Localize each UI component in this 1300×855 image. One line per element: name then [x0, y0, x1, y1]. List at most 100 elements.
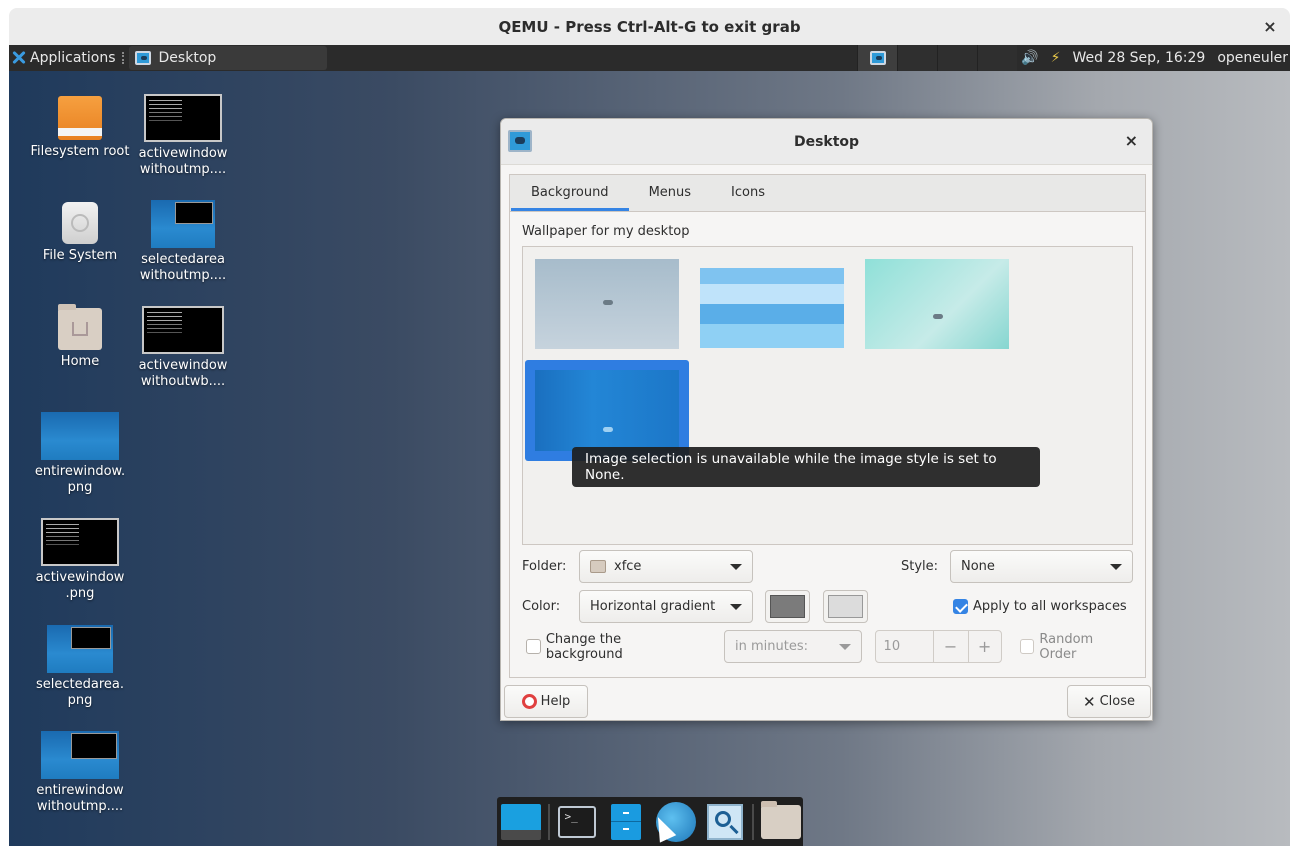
icon-label: entirewindow withoutmp....	[36, 783, 124, 814]
taskbar-label: Desktop	[158, 50, 217, 66]
icon-label: selectedarea. png	[36, 677, 124, 708]
clock[interactable]: Wed 28 Sep, 16:29	[1072, 50, 1205, 66]
apply-all-workspaces[interactable]: Apply to all workspaces	[953, 599, 1127, 614]
style-combo[interactable]: None	[950, 550, 1133, 583]
dock-terminal[interactable]: >_	[556, 800, 599, 844]
change-background-row: Change the background in minutes: 10 − +…	[522, 630, 1133, 663]
close-icon: ✕	[1083, 692, 1096, 711]
dialog-title: Desktop	[793, 133, 860, 150]
color-1-swatch	[770, 595, 805, 618]
search-icon	[706, 803, 743, 840]
applications-menu-button[interactable]: Applications	[9, 45, 120, 71]
hard-disk-icon	[62, 202, 98, 244]
tab-bar: Background Menus Icons	[510, 175, 1145, 212]
workspace-3[interactable]	[937, 45, 977, 71]
chevron-down-icon	[730, 603, 742, 610]
bottom-dock: >_	[497, 797, 803, 846]
show-desktop-icon	[500, 803, 541, 840]
apply-all-checkbox[interactable]	[953, 599, 968, 614]
terminal-icon: >_	[558, 805, 597, 838]
folder-icon	[761, 800, 802, 839]
interval-combo[interactable]: in minutes:	[724, 630, 862, 663]
desktop-icon-activewindow-withoutmp[interactable]: activewindow withoutmp....	[133, 94, 233, 178]
dock-app-finder[interactable]	[703, 800, 746, 844]
chevron-down-icon	[730, 563, 742, 570]
change-background-toggle[interactable]: Change the background	[526, 632, 700, 662]
dock-file-manager[interactable]	[605, 800, 648, 844]
color-row: Color: Horizontal gradient Apply to all …	[522, 590, 1133, 623]
globe-icon	[649, 801, 696, 843]
tab-background[interactable]: Background	[511, 175, 629, 211]
increment-icon[interactable]: +	[967, 631, 1001, 662]
workspace-1[interactable]	[857, 45, 897, 71]
desktop-settings-icon	[134, 51, 151, 65]
workspace-window-icon	[869, 51, 886, 65]
random-order-toggle[interactable]: Random Order	[1019, 632, 1133, 662]
desktop-icon-file-system[interactable]: File System	[30, 202, 130, 264]
interval-number[interactable]: 10	[876, 639, 933, 654]
wallpaper-thumb-1[interactable]	[535, 259, 679, 349]
desktop-icon-activewindow-png[interactable]: activewindow .png	[30, 518, 130, 602]
dialog-titlebar[interactable]: Desktop ×	[501, 119, 1152, 165]
close-icon[interactable]: ×	[1125, 131, 1138, 150]
wallpaper-thumb-4-selected[interactable]	[525, 360, 689, 461]
color-label: Color:	[522, 599, 561, 614]
wallpaper-grid: Image selection is unavailable while the…	[522, 246, 1133, 545]
change-background-checkbox[interactable]	[526, 639, 541, 654]
apply-all-label: Apply to all workspaces	[973, 599, 1127, 614]
wallpaper-thumb-3[interactable]	[865, 259, 1009, 349]
help-label: Help	[540, 694, 571, 709]
desktop-icon-filesystem-root[interactable]: Filesystem root	[30, 96, 130, 160]
taskbar-button-desktop[interactable]: Desktop	[128, 46, 327, 70]
settings-notebook: Background Menus Icons Wallpaper for my …	[509, 174, 1146, 678]
tab-menus[interactable]: Menus	[629, 175, 711, 211]
qemu-close-icon[interactable]: ×	[1260, 16, 1280, 36]
workspace-2[interactable]	[897, 45, 937, 71]
interval-value: in minutes:	[735, 639, 809, 654]
applications-label: Applications	[30, 50, 116, 66]
color-style-combo[interactable]: Horizontal gradient	[579, 590, 753, 623]
dock-separator	[752, 803, 754, 840]
color-2-button[interactable]	[823, 590, 868, 623]
workspace-switcher	[857, 45, 1017, 71]
volume-icon[interactable]: 🔊	[1021, 50, 1038, 66]
desktop-icon-selectedarea-png[interactable]: selectedarea. png	[30, 625, 130, 709]
image-thumbnail	[151, 200, 215, 248]
file-cabinet-icon	[611, 803, 642, 840]
dock-home-folder[interactable]	[760, 800, 803, 844]
desktop-icon-entirewindow-withoutmp[interactable]: entirewindow withoutmp....	[30, 731, 130, 815]
workspace-4[interactable]	[977, 45, 1017, 71]
dock-show-desktop[interactable]	[499, 800, 542, 844]
icon-label: Filesystem root	[30, 144, 130, 159]
desktop-icon-selectedarea-withoutmp[interactable]: selectedarea withoutmp....	[133, 200, 233, 284]
panel-separator	[121, 52, 125, 64]
desktop-settings-icon	[508, 130, 532, 152]
tab-icons[interactable]: Icons	[711, 175, 785, 211]
desktop-settings-dialog: Desktop × Background Menus Icons Wallpap…	[500, 118, 1153, 721]
help-button[interactable]: Help	[504, 685, 588, 718]
user-name[interactable]: openeuler	[1217, 50, 1288, 66]
dock-web-browser[interactable]	[649, 800, 697, 844]
desktop-icon-entirewindow-png[interactable]: entirewindow. png	[30, 412, 130, 496]
color-1-button[interactable]	[765, 590, 810, 623]
color-style-value: Horizontal gradient	[590, 599, 716, 614]
image-thumbnail	[41, 412, 119, 460]
decrement-icon[interactable]: −	[932, 631, 968, 662]
change-background-label: Change the background	[545, 631, 623, 662]
random-order-checkbox[interactable]	[1019, 639, 1035, 654]
folder-combo[interactable]: xfce	[579, 550, 753, 583]
qemu-titlebar: QEMU - Press Ctrl-Alt-G to exit grab ×	[9, 8, 1290, 45]
chevron-down-icon	[1110, 563, 1122, 570]
icon-label: activewindow withoutwb....	[138, 358, 228, 389]
interval-spinbutton[interactable]: 10 − +	[874, 630, 1002, 663]
desktop-icon-home[interactable]: Home	[30, 304, 130, 370]
image-thumbnail	[41, 518, 119, 566]
system-tray: 🔊 ⚡ Wed 28 Sep, 16:29 openeuler	[1021, 45, 1290, 71]
power-icon[interactable]: ⚡	[1051, 50, 1061, 66]
desktop-icon-activewindow-withoutwb[interactable]: activewindow withoutwb....	[133, 306, 233, 390]
icon-label: Home	[60, 354, 100, 369]
close-button[interactable]: ✕ Close	[1067, 685, 1151, 718]
wallpaper-thumb-2[interactable]	[700, 268, 844, 348]
folder-value: xfce	[614, 559, 642, 574]
icon-label: entirewindow. png	[34, 464, 126, 495]
